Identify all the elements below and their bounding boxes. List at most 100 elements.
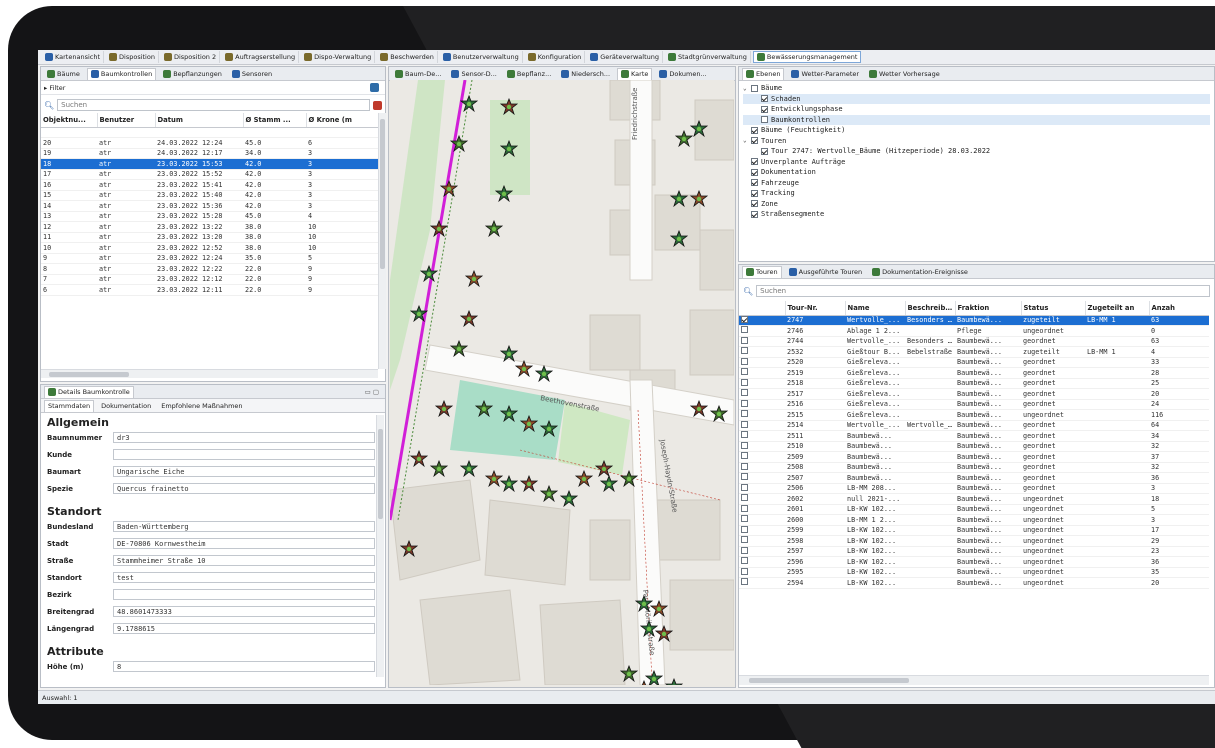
tree-marker[interactable]	[430, 220, 448, 238]
tour-row[interactable]: 2746Ablage 1 2...Pflegeungeordnet0	[739, 326, 1209, 337]
details-tab[interactable]: Details Baumkontrolle	[44, 386, 134, 398]
table-row[interactable]: 7atr23.03.2022 12:1222.09	[41, 274, 378, 285]
column-header[interactable]: Anzah	[1149, 301, 1209, 315]
tab-0[interactable]: Baum-De...	[392, 68, 444, 80]
table-row[interactable]: 13atr23.03.2022 15:2845.04	[41, 211, 378, 222]
perspective-8[interactable]: Geräteverwaltung	[587, 51, 663, 63]
column-header[interactable]: Tour-Nr.	[785, 301, 845, 315]
column-header[interactable]: Datum	[155, 113, 243, 127]
row-checkbox-cell[interactable]	[739, 462, 785, 473]
row-checkbox[interactable]	[741, 316, 748, 323]
tour-row[interactable]: 2600LB-MM 1 2...Baumbewä...ungeordnet3	[739, 515, 1209, 526]
tree-marker[interactable]	[450, 135, 468, 153]
tour-row[interactable]: 2516Gießreleva...Baumbewä...geordnet24	[739, 399, 1209, 410]
perspective-2[interactable]: Disposition 2	[161, 51, 220, 63]
layer-item[interactable]: ⌄Touren	[743, 136, 1210, 147]
tab-4[interactable]: Karte	[617, 68, 652, 80]
row-checkbox[interactable]	[741, 368, 748, 375]
tour-row[interactable]: 2518Gießreleva...Baumbewä...geordnet25	[739, 378, 1209, 389]
layer-item[interactable]: Bäume (Feuchtigkeit)	[743, 125, 1210, 136]
stadt-input[interactable]: DE-70806 Kornwestheim	[113, 538, 375, 549]
tree-marker[interactable]	[560, 490, 578, 508]
tab-2[interactable]: Wetter Vorhersage	[866, 68, 943, 80]
tab-0[interactable]: Ebenen	[742, 68, 784, 80]
row-checkbox[interactable]	[741, 442, 748, 449]
tree-marker[interactable]	[710, 405, 728, 423]
table-row[interactable]: 9atr23.03.2022 12:2435.05	[41, 253, 378, 264]
perspective-5[interactable]: Beschwerden	[377, 51, 438, 63]
table-row[interactable]: 12atr23.03.2022 13:2238.010	[41, 222, 378, 233]
tree-marker[interactable]	[520, 415, 538, 433]
baumnummer-input[interactable]: dr3	[113, 432, 375, 443]
column-header[interactable]	[739, 301, 785, 315]
tree-marker[interactable]	[500, 475, 518, 493]
perspective-6[interactable]: Benutzerverwaltung	[440, 51, 523, 63]
tab-2[interactable]: Dokumentation-Ereignisse	[869, 266, 971, 278]
perspective-1[interactable]: Disposition	[106, 51, 159, 63]
tree-marker[interactable]	[400, 540, 418, 558]
tree-marker[interactable]	[620, 470, 638, 488]
row-checkbox[interactable]	[741, 452, 748, 459]
row-checkbox-cell[interactable]	[739, 420, 785, 431]
row-checkbox-cell[interactable]	[739, 536, 785, 547]
tree-marker[interactable]	[595, 460, 613, 478]
tree-marker[interactable]	[665, 678, 683, 685]
layer-checkbox[interactable]	[761, 95, 768, 102]
tree-marker[interactable]	[420, 265, 438, 283]
tab-1[interactable]: Baumkontrollen	[87, 68, 156, 80]
tree-marker[interactable]	[655, 625, 673, 643]
layer-checkbox[interactable]	[751, 85, 758, 92]
perspective-9[interactable]: Stadtgrünverwaltung	[665, 51, 751, 63]
row-checkbox[interactable]	[741, 400, 748, 407]
row-checkbox-cell[interactable]	[739, 326, 785, 337]
table-row[interactable]: 11atr23.03.2022 13:2038.010	[41, 232, 378, 243]
layer-checkbox[interactable]	[751, 169, 758, 176]
tour-row[interactable]: 2602null 2021-...Baumbewä...ungeordnet18	[739, 494, 1209, 505]
tree-search-input[interactable]: Suchen	[57, 99, 370, 111]
tree-marker[interactable]	[440, 180, 458, 198]
layer-checkbox[interactable]	[751, 137, 758, 144]
tab-2[interactable]: Bepflanz...	[504, 68, 554, 80]
tree-marker[interactable]	[450, 340, 468, 358]
table-row[interactable]: 15atr23.03.2022 15:4042.03	[41, 190, 378, 201]
row-checkbox[interactable]	[741, 410, 748, 417]
column-header[interactable]: Ø Krone (m	[306, 113, 378, 127]
row-checkbox-cell[interactable]	[739, 441, 785, 452]
row-checkbox-cell[interactable]	[739, 578, 785, 589]
tour-row[interactable]: 2532Gießtour B...BebelstraßeBaumbewä...z…	[739, 347, 1209, 358]
row-checkbox[interactable]	[741, 431, 748, 438]
row-checkbox-cell[interactable]	[739, 515, 785, 526]
tree-marker[interactable]	[690, 120, 708, 138]
row-checkbox[interactable]	[741, 389, 748, 396]
tree-table-hscrollbar[interactable]	[41, 369, 378, 378]
row-checkbox-cell[interactable]	[739, 410, 785, 421]
row-checkbox[interactable]	[741, 421, 748, 428]
tree-marker[interactable]	[410, 450, 428, 468]
tree-marker[interactable]	[485, 220, 503, 238]
tree-marker[interactable]	[430, 460, 448, 478]
row-checkbox-cell[interactable]	[739, 399, 785, 410]
expand-icon[interactable]: ⌄	[743, 85, 751, 92]
row-checkbox[interactable]	[741, 358, 748, 365]
tree-marker[interactable]	[540, 485, 558, 503]
tour-row[interactable]: 2506LB-MM 208...Baumbewä...geordnet3	[739, 483, 1209, 494]
perspective-0[interactable]: Kartenansicht	[42, 51, 104, 63]
column-header[interactable]: Ø Stamm ...	[243, 113, 306, 127]
clear-search-icon[interactable]	[373, 101, 382, 110]
tab-0[interactable]: Touren	[742, 266, 782, 278]
row-checkbox-cell[interactable]	[739, 389, 785, 400]
column-header[interactable]: Name	[845, 301, 905, 315]
tour-row[interactable]: 2744Wertvolle_...Besonders ...Baumbewä..…	[739, 336, 1209, 347]
perspective-7[interactable]: Konfiguration	[525, 51, 585, 63]
tab-2[interactable]: Bepflanzungen	[160, 68, 225, 80]
layer-item[interactable]: Fahrzeuge	[743, 178, 1210, 189]
layer-checkbox[interactable]	[751, 158, 758, 165]
tree-marker[interactable]	[460, 95, 478, 113]
tab-5[interactable]: Dokumen...	[656, 68, 709, 80]
baumart-input[interactable]: Ungarische Eiche	[113, 466, 375, 477]
tab-0[interactable]: Bäume	[44, 68, 83, 80]
tour-row[interactable]: 2599LB-KW 102...Baumbewä...ungeordnet17	[739, 525, 1209, 536]
tree-marker[interactable]	[410, 305, 428, 323]
row-checkbox-cell[interactable]	[739, 336, 785, 347]
tours-hscrollbar[interactable]	[739, 675, 1209, 685]
